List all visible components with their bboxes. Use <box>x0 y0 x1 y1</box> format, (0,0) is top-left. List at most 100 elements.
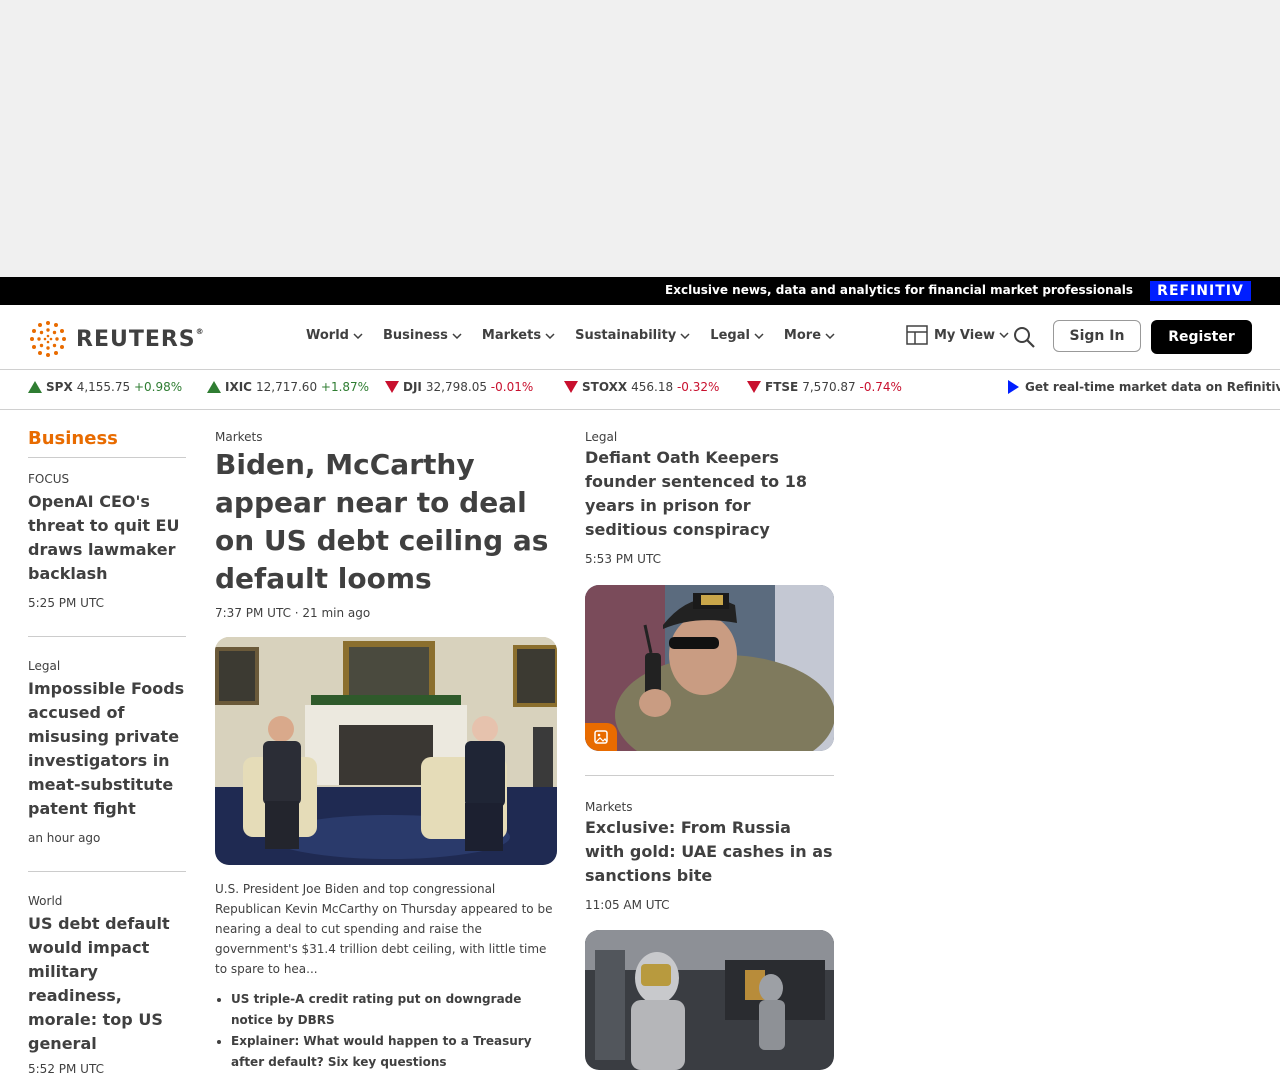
register-button[interactable]: Register <box>1151 320 1252 354</box>
right-column: Legal Defiant Oath Keepers founder sente… <box>585 430 834 1070</box>
story-headline[interactable]: Impossible Foods accused of misusing pri… <box>28 677 186 821</box>
search-button[interactable] <box>1013 326 1035 352</box>
story-time: an hour ago <box>28 831 101 845</box>
nav-markets-label: Markets <box>481 328 542 343</box>
story-kicker[interactable]: FOCUS <box>28 472 186 486</box>
story-photo[interactable] <box>585 930 834 1070</box>
lead-photo[interactable] <box>215 637 557 865</box>
lead-summary: U.S. President Joe Biden and top congres… <box>215 882 553 976</box>
story-card: Legal Impossible Foods accused of misusi… <box>28 659 186 845</box>
myview-label: My View <box>934 327 996 343</box>
ticker-change: -0.32% <box>676 380 720 394</box>
related-link[interactable]: US triple-A credit rating put on downgra… <box>231 989 557 1031</box>
divider <box>585 775 834 776</box>
ticker-item[interactable]: SPX 4,155.75 +0.98% <box>28 380 182 394</box>
chevron-down-icon <box>754 332 764 339</box>
related-links: US triple-A credit rating put on downgra… <box>215 989 557 1073</box>
play-arrow-icon <box>1008 380 1019 394</box>
story-time: 5:52 PM UTC <box>28 1062 104 1076</box>
ticker-value: 12,717.60 <box>256 380 318 394</box>
nav-world-label: World <box>306 328 349 343</box>
ticker-change: -0.74% <box>859 380 902 394</box>
story-headline[interactable]: Defiant Oath Keepers founder sentenced t… <box>585 446 834 542</box>
story-headline[interactable]: Exclusive: From Russia with gold: UAE ca… <box>585 816 834 888</box>
ticker-item[interactable]: DJI 32,798.05 -0.01% <box>385 380 533 394</box>
story-time: 5:25 PM UTC <box>28 596 104 610</box>
chevron-down-icon <box>545 332 555 339</box>
story-time: 7:37 PM UTC · 21 min ago <box>215 606 371 620</box>
story-kicker[interactable]: Legal <box>585 430 834 444</box>
nav-legal-label: Legal <box>710 328 750 343</box>
ticker-symbol: FTSE <box>765 380 799 394</box>
market-ticker: SPX 4,155.75 +0.98% IXIC 12,717.60 +1.87% … <box>0 370 1280 410</box>
logo-text: REUTERS <box>76 326 196 352</box>
lead-story: Markets Biden, McCarthy appear near to d… <box>215 430 557 1073</box>
story-kicker[interactable]: Markets <box>215 430 557 444</box>
triangle-down-icon <box>385 381 399 393</box>
promo-text[interactable]: Exclusive news, data and analytics for f… <box>665 283 1133 297</box>
ticker-change: +1.87% <box>320 380 370 394</box>
reuters-logo[interactable]: REUTERS® <box>28 319 205 359</box>
story-kicker[interactable]: Legal <box>28 659 186 673</box>
main-nav: World Business Markets Sustainability Le… <box>306 328 855 343</box>
promo-bar[interactable]: Exclusive news, data and analytics for f… <box>0 277 1280 305</box>
ticker-symbol: SPX <box>46 380 73 394</box>
layout-icon <box>906 325 928 345</box>
divider <box>28 871 186 872</box>
story-kicker[interactable]: World <box>28 894 186 908</box>
triangle-up-icon <box>28 381 42 393</box>
reuters-dots-icon <box>30 321 66 357</box>
lead-headline[interactable]: Biden, McCarthy appear near to deal on U… <box>215 446 557 598</box>
nav-markets[interactable]: Markets <box>482 328 555 343</box>
oval-office-photo <box>215 637 557 865</box>
story-time: 5:53 PM UTC <box>585 552 661 566</box>
nav-legal[interactable]: Legal <box>710 328 764 343</box>
story-card: Markets Exclusive: From Russia with gold… <box>585 800 834 912</box>
refinitiv-logo[interactable]: REFINITIV <box>1150 281 1251 301</box>
story-card: World US debt default would impact milit… <box>28 894 186 1076</box>
nav-world[interactable]: World <box>306 328 363 343</box>
site-header: REUTERS® World Business Markets Sustaina… <box>0 305 1280 370</box>
ticker-value: 7,570.87 <box>802 380 856 394</box>
chevron-down-icon <box>452 332 462 339</box>
nav-more[interactable]: More <box>784 328 835 343</box>
gold-refinery-photo <box>585 930 834 1070</box>
nav-sustainability[interactable]: Sustainability <box>575 328 690 343</box>
gallery-badge <box>585 723 617 751</box>
ad-space <box>0 0 1280 277</box>
refinitiv-market-data-link[interactable]: Get real-time market data on Refinitiv <box>1008 380 1280 394</box>
nav-business-label: Business <box>382 328 448 343</box>
ticker-item[interactable]: FTSE 7,570.87 -0.74% <box>747 380 902 394</box>
nav-sustainability-label: Sustainability <box>575 328 677 343</box>
ticker-symbol: IXIC <box>225 380 252 394</box>
nav-more-label: More <box>783 328 822 343</box>
myview-menu[interactable]: My View <box>906 325 1009 345</box>
divider <box>28 636 186 637</box>
story-time: 11:05 AM UTC <box>585 898 670 912</box>
sign-in-button[interactable]: Sign In <box>1053 320 1141 352</box>
search-icon <box>1014 327 1035 348</box>
story-card: FOCUS OpenAI CEO's threat to quit EU dra… <box>28 472 186 610</box>
ticker-item[interactable]: IXIC 12,717.60 +1.87% <box>207 380 369 394</box>
triangle-down-icon <box>747 381 761 393</box>
ticker-value: 32,798.05 <box>425 380 487 394</box>
image-gallery-icon <box>594 730 608 744</box>
ticker-change: +0.98% <box>133 380 183 394</box>
story-headline[interactable]: OpenAI CEO's threat to quit EU draws law… <box>28 490 186 586</box>
logo-registered-mark: ® <box>195 326 205 336</box>
ticker-symbol: STOXX <box>582 380 628 394</box>
story-kicker[interactable]: Markets <box>585 800 834 814</box>
story-headline[interactable]: US debt default would impact military re… <box>28 912 186 1056</box>
related-link[interactable]: Explainer: What would happen to a Treasu… <box>231 1031 557 1073</box>
oath-keepers-photo <box>585 585 834 751</box>
story-photo[interactable] <box>585 585 834 751</box>
ticker-item[interactable]: STOXX 456.18 -0.32% <box>564 380 719 394</box>
story-card: Legal Defiant Oath Keepers founder sente… <box>585 430 834 566</box>
section-title[interactable]: Business <box>28 428 186 458</box>
logo-wordmark: REUTERS® <box>76 327 205 352</box>
nav-business[interactable]: Business <box>383 328 462 343</box>
business-column: Business FOCUS OpenAI CEO's threat to qu… <box>28 428 186 1076</box>
ticker-value: 456.18 <box>631 380 674 394</box>
chevron-down-icon <box>680 332 690 339</box>
ticker-change: -0.01% <box>490 380 534 394</box>
